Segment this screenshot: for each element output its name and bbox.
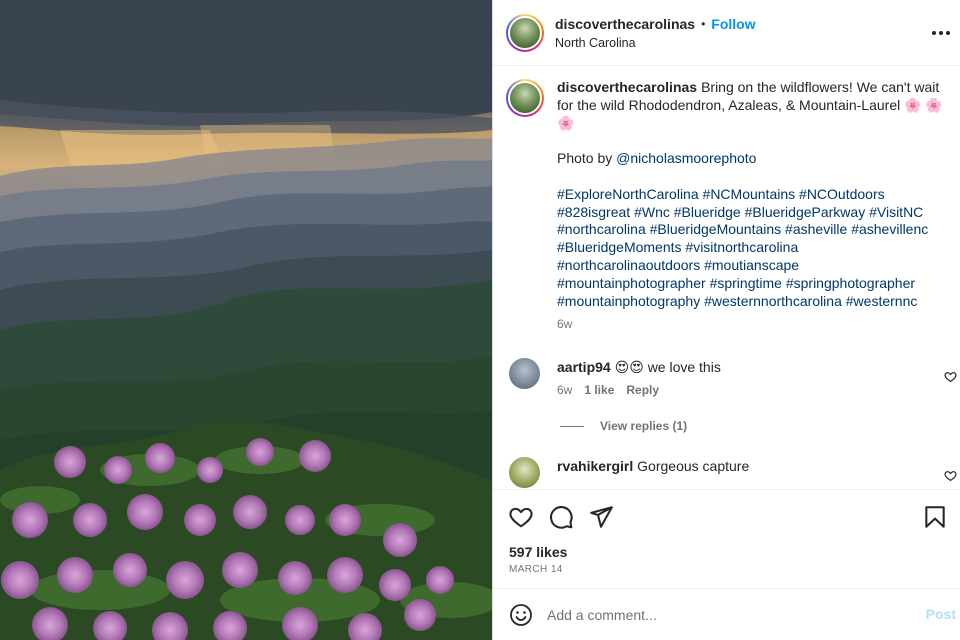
hashtag[interactable]: #westernnorthcarolina xyxy=(704,293,842,309)
comment-icon[interactable] xyxy=(548,504,574,530)
separator-dot: • xyxy=(701,16,706,31)
caption-timestamp[interactable]: 6w xyxy=(557,316,952,334)
caption-avatar[interactable] xyxy=(506,79,544,117)
hashtag[interactable]: #NCMountains xyxy=(703,186,796,202)
send-icon[interactable] xyxy=(588,504,614,530)
photo-credit-mention[interactable]: @nicholasmoorephoto xyxy=(616,150,756,166)
comment-avatar[interactable] xyxy=(509,457,540,488)
hashtag[interactable]: #BlueridgeMoments xyxy=(557,239,682,255)
flower-emoji-wrap: 🌸 xyxy=(557,114,575,131)
smiley-icon[interactable] xyxy=(509,603,533,627)
comment-input[interactable] xyxy=(547,606,907,623)
hashtag[interactable]: #828isgreat xyxy=(557,204,630,220)
post-view: discoverthecarolinas • Follow North Caro… xyxy=(0,0,960,640)
hashtag[interactable]: #BlueridgeParkway xyxy=(745,204,866,220)
post-date[interactable]: MARCH 14 xyxy=(509,564,563,575)
hashtag[interactable]: #mountainphotography xyxy=(557,293,700,309)
author-username[interactable]: discoverthecarolinas xyxy=(555,16,695,32)
heart-icon[interactable] xyxy=(508,504,534,530)
hashtag[interactable]: #ExploreNorthCarolina xyxy=(557,186,699,202)
hashtag[interactable]: #VisitNC xyxy=(869,204,923,220)
hashtag[interactable]: #springtime xyxy=(710,275,782,291)
replies-divider-line xyxy=(560,425,584,427)
likes-count[interactable]: 597 likes xyxy=(509,544,567,560)
comments-list[interactable]: discoverthecarolinas Bring on the wildflo… xyxy=(493,67,960,489)
caption-username[interactable]: discoverthecarolinas xyxy=(557,79,697,95)
comment-item: aartip94 😍😍 we love this 6w 1 like Reply xyxy=(509,358,960,397)
comment-text: we love this xyxy=(647,359,721,375)
hashtag[interactable]: #moutianscape xyxy=(704,257,799,273)
author-avatar[interactable] xyxy=(506,13,544,52)
hashtag[interactable]: #Blueridge xyxy=(674,204,741,220)
bookmark-icon[interactable] xyxy=(922,504,948,530)
hashtag[interactable]: #springphotographer xyxy=(786,275,915,291)
hashtag[interactable]: #Wnc xyxy=(634,204,670,220)
add-comment-bar: Post xyxy=(493,588,960,640)
photo-credit-prefix: Photo by xyxy=(557,150,617,167)
hashtag[interactable]: #BlueridgeMountains xyxy=(650,221,782,237)
landscape-photo xyxy=(0,0,492,640)
follow-button[interactable]: Follow xyxy=(711,16,755,32)
comment-likes[interactable]: 1 like xyxy=(584,383,614,397)
comment-username[interactable]: aartip94 xyxy=(557,359,611,375)
hashtag[interactable]: #asheville xyxy=(785,221,847,237)
post-location[interactable]: North Carolina xyxy=(555,36,756,50)
comment-text: Gorgeous capture xyxy=(637,458,750,474)
view-replies-label: View replies (1) xyxy=(600,419,688,433)
reply-button[interactable]: Reply xyxy=(626,383,659,397)
hashtag-list: #ExploreNorthCarolina #NCMountains #NCOu… xyxy=(557,186,952,311)
post-caption: discoverthecarolinas Bring on the wildflo… xyxy=(506,79,952,334)
heart-eyes-emoji: 😍😍 xyxy=(614,359,644,375)
post-header: discoverthecarolinas • Follow North Caro… xyxy=(493,0,960,66)
hashtag[interactable]: #northcarolinaoutdoors xyxy=(557,257,700,273)
hashtag[interactable]: #ashevillenc xyxy=(851,221,928,237)
comment-like-heart-icon[interactable] xyxy=(944,370,957,383)
comment-username[interactable]: rvahikergirl xyxy=(557,458,633,474)
hashtag[interactable]: #northcarolina xyxy=(557,221,646,237)
hashtag[interactable]: #westernnc xyxy=(846,293,918,309)
more-horizontal-icon[interactable] xyxy=(930,22,952,44)
post-actions: 597 likes MARCH 14 xyxy=(493,489,960,587)
hashtag[interactable]: #mountainphotographer xyxy=(557,275,706,291)
post-photo[interactable] xyxy=(0,0,492,640)
post-comment-button[interactable]: Post xyxy=(926,606,956,622)
hashtag[interactable]: #visitnorthcarolina xyxy=(685,239,798,255)
comment-timestamp[interactable]: 6w xyxy=(557,383,572,397)
view-replies-button[interactable]: View replies (1) xyxy=(560,419,687,433)
comment-item: rvahikergirl Gorgeous capture xyxy=(509,457,960,488)
post-details-panel: discoverthecarolinas • Follow North Caro… xyxy=(492,0,960,640)
comment-avatar[interactable] xyxy=(509,358,540,389)
comment-like-heart-icon[interactable] xyxy=(944,469,957,482)
flower-emoji: 🌸 🌸 xyxy=(904,96,943,113)
hashtag[interactable]: #NCOutdoors xyxy=(799,186,885,202)
